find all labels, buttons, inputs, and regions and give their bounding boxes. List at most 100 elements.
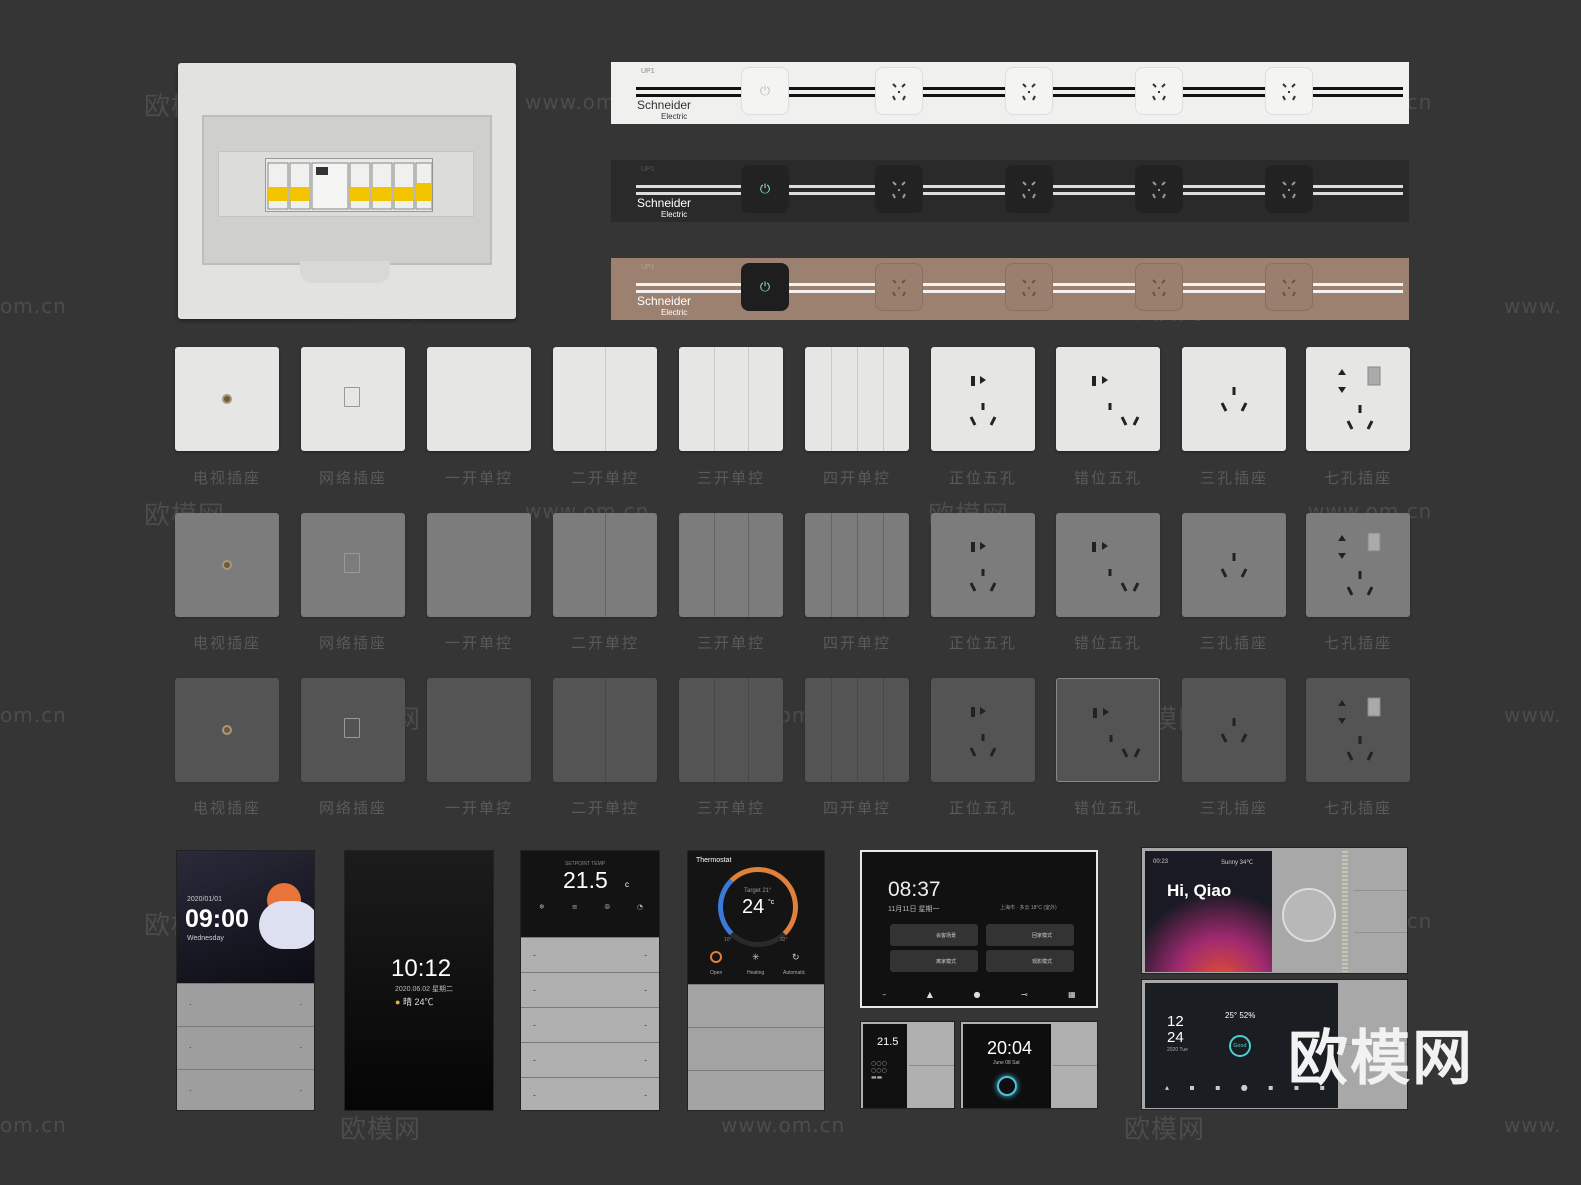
scene-tile[interactable]: 会客场景 <box>890 924 978 946</box>
two-gang-switch[interactable] <box>553 513 657 617</box>
smart-panel-weather[interactable]: 2020/01/01 09:00 Wednesday · · · · · · <box>176 850 315 1111</box>
home-icon[interactable]: ● <box>1241 1083 1248 1097</box>
touch-key[interactable] <box>688 1070 824 1110</box>
touch-key[interactable]: · · <box>177 983 314 1026</box>
socket-module[interactable] <box>1135 263 1183 311</box>
tv-socket[interactable] <box>175 347 279 451</box>
panel-label: 七孔插座 <box>1323 469 1392 487</box>
clock-text: 20:04 <box>987 1038 1033 1058</box>
smart-panel-mini[interactable]: 21.5 ○○○ ○○○ ▬▬ <box>860 1021 955 1109</box>
four-gang-switch[interactable] <box>805 513 909 617</box>
heating-icon[interactable]: ✳ <box>752 952 760 963</box>
socket-module[interactable] <box>1265 263 1313 311</box>
power-icon[interactable] <box>710 951 722 963</box>
three-hole-socket[interactable] <box>1182 347 1286 451</box>
minus-icon[interactable]: – <box>882 990 886 1004</box>
grid-icon[interactable]: ▦ <box>1068 990 1076 1004</box>
panel-label: 网络插座 <box>318 469 387 487</box>
offset-five-hole-socket[interactable] <box>1056 678 1160 782</box>
power-button[interactable]: ⏻ <box>741 263 789 311</box>
auto-icon[interactable]: ↻ <box>792 952 800 963</box>
smart-panel-landscape[interactable]: 08:37 11月11日 星期一 上海市 · 多云 18°C (室外) 会客场景… <box>860 850 1098 1008</box>
seven-hole-socket[interactable] <box>1306 347 1410 451</box>
smart-panel-greeting[interactable]: 00:23 Sunny 34℃ Hi, Qiao <box>1141 847 1408 974</box>
socket-module[interactable] <box>1005 165 1053 213</box>
touch-key[interactable]: -- <box>521 1007 659 1042</box>
dock-bar: – ▲ ● ⊸ ▦ <box>862 990 1096 1004</box>
rotary-knob[interactable] <box>1282 888 1336 942</box>
touch-key[interactable]: -- <box>521 1077 659 1110</box>
network-socket[interactable] <box>301 513 405 617</box>
one-gang-switch[interactable] <box>427 678 531 782</box>
four-gang-switch[interactable] <box>805 347 909 451</box>
three-hole-socket[interactable] <box>1182 678 1286 782</box>
offset-five-hole-socket[interactable] <box>1056 347 1160 451</box>
door-icon[interactable]: ▪ <box>1215 1083 1220 1097</box>
scene-tile[interactable]: 观影模式 <box>986 950 1074 972</box>
panel-label: 电视插座 <box>192 799 261 817</box>
one-gang-switch[interactable] <box>427 513 531 617</box>
socket-module[interactable] <box>1005 263 1053 311</box>
three-gang-switch[interactable] <box>679 513 783 617</box>
five-hole-socket[interactable] <box>931 513 1035 617</box>
socket-module[interactable] <box>875 263 923 311</box>
socket-module[interactable] <box>875 67 923 115</box>
socket-module[interactable] <box>1005 67 1053 115</box>
socket-icon <box>1152 181 1166 199</box>
smart-panel-thermostat-keys[interactable]: SETPOINT TEMP 21.5 c ❄ ≡ ⦾ ◔ -- -- -- -- -- <box>520 850 660 1111</box>
five-hole-socket[interactable] <box>931 678 1035 782</box>
socket-module[interactable] <box>1135 67 1183 115</box>
panel-label: 三孔插座 <box>1199 799 1268 817</box>
seven-hole-socket[interactable] <box>1306 513 1410 617</box>
socket-module[interactable] <box>875 165 923 213</box>
touch-key[interactable]: · · <box>177 1026 314 1069</box>
tv-socket[interactable] <box>175 678 279 782</box>
touch-key[interactable] <box>1354 932 1407 933</box>
power-button[interactable]: ⏻ <box>741 67 789 115</box>
smart-panel-thermostat-dial[interactable]: Thermostat Target 21° 24 °c 10° 32° ✳ ↻ … <box>687 850 825 1111</box>
bell-icon[interactable]: ▴ <box>1165 1083 1169 1097</box>
network-socket[interactable] <box>301 347 405 451</box>
scene-tile[interactable]: 离家模式 <box>890 950 978 972</box>
smart-panel-clock-small[interactable]: 20:04 June 08 Sat <box>960 1021 1098 1109</box>
scene-tile[interactable]: 回家模式 <box>986 924 1074 946</box>
touch-key[interactable] <box>1053 1065 1097 1066</box>
socket-icon <box>892 279 906 297</box>
smart-panel-clock[interactable]: 10:12 2020.06.02 星期二 ● 晴 24℃ <box>344 850 494 1111</box>
tv-socket[interactable] <box>175 513 279 617</box>
tv-icon[interactable]: ▪ <box>1189 1083 1194 1097</box>
touch-key[interactable] <box>909 1065 954 1066</box>
socket-module[interactable] <box>1265 67 1313 115</box>
power-icon[interactable] <box>997 1076 1017 1096</box>
phone-icon[interactable]: ▪ <box>1268 1083 1273 1097</box>
network-socket[interactable] <box>301 678 405 782</box>
four-gang-switch[interactable] <box>805 678 909 782</box>
coax-port-icon <box>222 725 232 735</box>
offset-five-hole-socket[interactable] <box>1056 513 1160 617</box>
panel-label: 四开单控 <box>822 799 891 817</box>
one-gang-switch[interactable] <box>427 347 531 451</box>
switch-divider <box>883 513 884 617</box>
five-hole-socket[interactable] <box>931 347 1035 451</box>
key-icon[interactable]: ⊸ <box>1021 990 1028 1004</box>
three-gang-switch[interactable] <box>679 347 783 451</box>
three-hole-socket[interactable] <box>1182 513 1286 617</box>
home-icon[interactable]: ● <box>973 990 980 1004</box>
power-button[interactable]: ⏻ <box>741 165 789 213</box>
cover-handle[interactable] <box>300 261 390 283</box>
two-gang-switch[interactable] <box>553 347 657 451</box>
three-gang-switch[interactable] <box>679 678 783 782</box>
touch-key[interactable] <box>688 984 824 1027</box>
touch-key[interactable]: · · <box>177 1069 314 1110</box>
touch-key[interactable]: -- <box>521 937 659 972</box>
touch-key[interactable] <box>688 1027 824 1070</box>
touch-key[interactable]: -- <box>521 1042 659 1077</box>
touch-key[interactable]: -- <box>521 972 659 1007</box>
two-gang-switch[interactable] <box>553 678 657 782</box>
climate-text: 25° 52% <box>1225 1011 1256 1020</box>
socket-module[interactable] <box>1135 165 1183 213</box>
user-icon[interactable]: ▲ <box>927 990 933 1004</box>
seven-hole-socket[interactable] <box>1306 678 1410 782</box>
socket-module[interactable] <box>1265 165 1313 213</box>
touch-key[interactable] <box>1354 890 1407 891</box>
